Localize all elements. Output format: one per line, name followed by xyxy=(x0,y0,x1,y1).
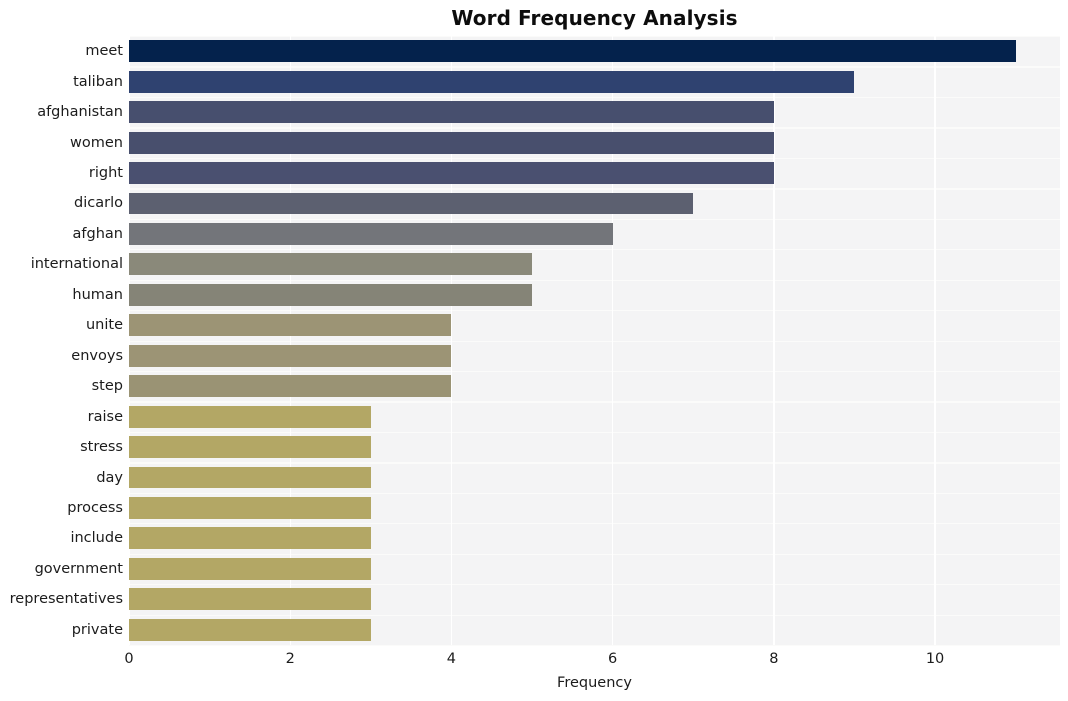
bar xyxy=(129,253,533,276)
y-axis-tick-label: step xyxy=(91,378,123,395)
bar xyxy=(129,131,774,154)
bar xyxy=(129,497,371,519)
horizontal-gridline xyxy=(129,401,1060,403)
bar xyxy=(129,162,774,184)
y-axis-tick-label: government xyxy=(34,560,123,577)
vertical-gridline xyxy=(773,36,775,645)
horizontal-gridline xyxy=(129,553,1060,555)
bar xyxy=(129,70,855,93)
bar xyxy=(129,405,371,428)
y-axis-tick-label: international xyxy=(30,256,123,273)
y-axis-tick-label: right xyxy=(88,165,123,182)
bar xyxy=(129,436,371,459)
horizontal-gridline xyxy=(129,614,1060,616)
bar xyxy=(129,588,371,611)
x-axis-tick-label: 10 xyxy=(925,651,945,667)
horizontal-gridline xyxy=(129,645,1060,647)
bar xyxy=(129,101,774,124)
horizontal-gridline xyxy=(129,431,1060,434)
horizontal-gridline xyxy=(129,127,1060,129)
chart-title: Word Frequency Analysis xyxy=(451,6,738,30)
bar xyxy=(129,283,533,306)
horizontal-gridline xyxy=(129,96,1060,99)
y-axis-tick-label: meet xyxy=(85,43,123,60)
vertical-gridline xyxy=(611,36,614,645)
horizontal-gridline xyxy=(129,66,1060,68)
vertical-gridline xyxy=(934,36,936,645)
bar xyxy=(129,375,452,398)
y-axis-tick-label: include xyxy=(70,530,123,547)
y-axis-tick-labels: meet taliban afghanistan women right dicarlo a… xyxy=(0,0,129,701)
horizontal-gridline xyxy=(129,584,1060,586)
bar xyxy=(129,557,371,580)
bar xyxy=(129,40,1016,63)
horizontal-gridline xyxy=(129,492,1060,495)
y-axis-tick-label: envoys xyxy=(71,347,123,364)
y-axis-tick-label: representatives xyxy=(9,591,123,608)
horizontal-gridline xyxy=(129,218,1060,220)
bar xyxy=(129,527,371,550)
y-axis-tick-label: unite xyxy=(85,317,123,334)
x-axis-tick-label: 2 xyxy=(285,651,295,667)
bar xyxy=(129,466,371,489)
chart-figure: Word Frequency Analysis meet taliban afgha… xyxy=(0,0,1068,701)
bar xyxy=(129,222,613,245)
y-axis-tick-label: women xyxy=(70,134,123,151)
y-axis-tick-label: taliban xyxy=(73,73,123,90)
horizontal-gridline xyxy=(129,462,1060,464)
x-axis-tick-label: 6 xyxy=(608,651,618,667)
y-axis-tick-label: raise xyxy=(87,408,123,425)
x-axis-tick-label: 8 xyxy=(769,651,779,667)
x-axis-tick-label: 4 xyxy=(446,651,457,667)
y-axis-tick-label: human xyxy=(72,286,123,303)
horizontal-gridline xyxy=(129,249,1060,251)
x-axis-label: Frequency xyxy=(557,675,632,691)
bar xyxy=(129,618,371,641)
y-axis-tick-label: afghanistan xyxy=(37,104,123,121)
y-axis-tick-label: private xyxy=(71,621,123,638)
y-axis-tick-label: dicarlo xyxy=(74,195,123,212)
x-axis-tick-label: 0 xyxy=(124,651,134,667)
horizontal-gridline xyxy=(129,370,1060,373)
bar xyxy=(129,344,452,367)
horizontal-gridline xyxy=(129,36,1060,38)
horizontal-gridline xyxy=(129,157,1060,160)
horizontal-gridline xyxy=(129,523,1060,525)
y-axis-tick-label: process xyxy=(67,499,123,516)
y-axis-tick-label: day xyxy=(96,469,123,486)
plot-area xyxy=(128,36,1060,647)
horizontal-gridline xyxy=(129,340,1060,342)
y-axis-tick-label: stress xyxy=(80,439,123,456)
bar xyxy=(129,192,694,215)
horizontal-gridline xyxy=(129,310,1060,312)
horizontal-gridline xyxy=(129,188,1060,190)
bar xyxy=(129,314,452,337)
vertical-gridline xyxy=(450,36,453,645)
horizontal-gridline xyxy=(129,279,1060,281)
vertical-gridline xyxy=(289,36,291,645)
y-axis-tick-label: afghan xyxy=(72,225,123,242)
